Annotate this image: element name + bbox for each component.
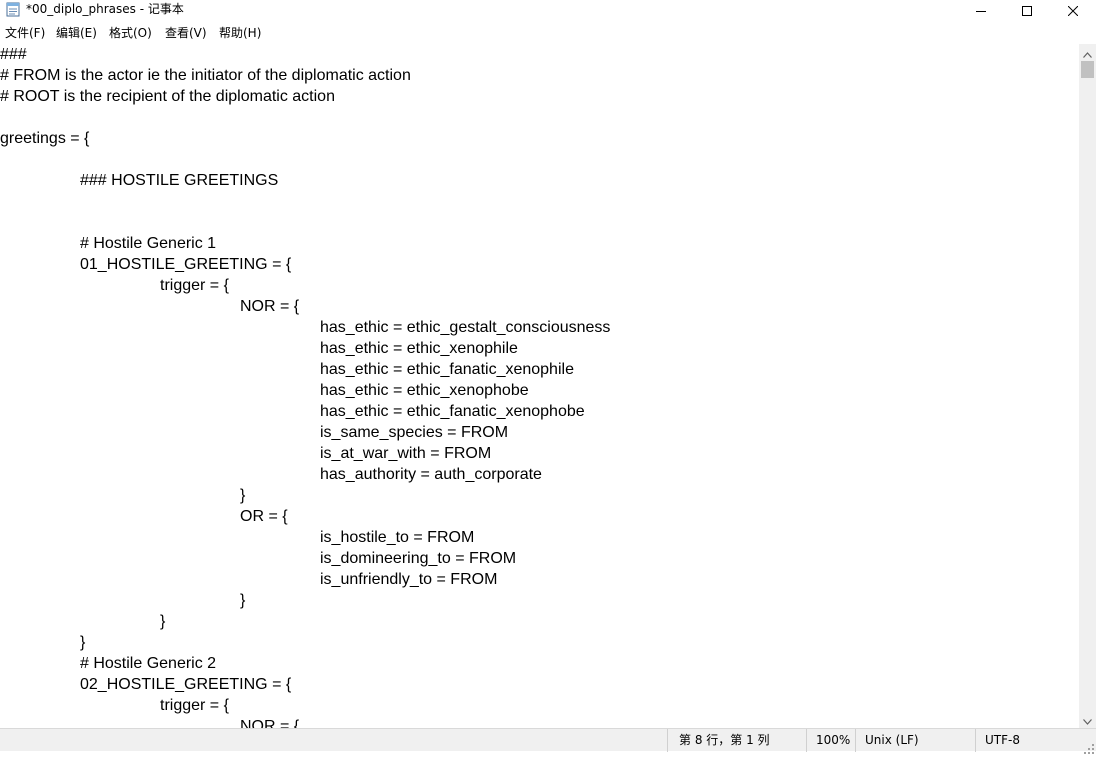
text-line[interactable]: ​ (0, 212, 610, 233)
status-divider (975, 729, 976, 752)
editor-content[interactable]: ### # FROM is the actor ie the initiator … (0, 44, 610, 728)
text-line[interactable]: NOR = { (0, 296, 610, 317)
text-line[interactable]: greetings = { (0, 128, 610, 149)
text-line[interactable]: trigger = { (0, 695, 610, 716)
text-line[interactable]: is_same_species = FROM (0, 422, 610, 443)
text-editor[interactable]: ### # FROM is the actor ie the initiator … (0, 44, 1079, 728)
minimize-icon (976, 1, 986, 20)
menu-edit[interactable]: 编辑(E) (56, 26, 97, 40)
text-line[interactable]: # ROOT is the recipient of the diplomati… (0, 86, 610, 107)
menu-view[interactable]: 查看(V) (165, 26, 207, 40)
text-line[interactable]: ### (0, 44, 610, 65)
text-line[interactable]: } (0, 590, 610, 611)
text-line[interactable]: ​ (0, 149, 610, 170)
text-line[interactable]: has_ethic = ethic_xenophobe (0, 380, 610, 401)
text-line[interactable]: # Hostile Generic 2 (0, 653, 610, 674)
text-line[interactable]: is_hostile_to = FROM (0, 527, 610, 548)
line-ending: Unix (LF) (865, 733, 919, 747)
text-line[interactable]: ### HOSTILE GREETINGS (0, 170, 610, 191)
text-line[interactable]: } (0, 611, 610, 632)
minimize-button[interactable] (958, 0, 1004, 20)
text-line[interactable]: has_ethic = ethic_fanatic_xenophobe (0, 401, 610, 422)
menu-file[interactable]: 文件(F) (5, 26, 45, 40)
text-line[interactable]: has_authority = auth_corporate (0, 464, 610, 485)
scroll-up-arrow-icon (1083, 43, 1092, 62)
text-line[interactable]: # FROM is the actor ie the initiator of … (0, 65, 610, 86)
menu-bar: 文件(F) 编辑(E) 格式(O) 查看(V) 帮助(H) (0, 22, 1096, 44)
text-line[interactable]: } (0, 632, 610, 653)
text-line[interactable]: 01_HOSTILE_GREETING = { (0, 254, 610, 275)
status-divider (806, 729, 807, 752)
text-line[interactable]: } (0, 485, 610, 506)
text-line[interactable]: has_ethic = ethic_fanatic_xenophile (0, 359, 610, 380)
encoding: UTF-8 (985, 733, 1020, 747)
cursor-position: 第 8 行，第 1 列 (679, 733, 770, 747)
text-line[interactable]: has_ethic = ethic_xenophile (0, 338, 610, 359)
window-title: *00_diplo_phrases - 记事本 (26, 2, 184, 16)
text-line[interactable]: has_ethic = ethic_gestalt_consciousness (0, 317, 610, 338)
close-icon (1067, 1, 1079, 20)
vertical-scrollbar[interactable] (1079, 44, 1096, 728)
resize-grip-icon[interactable] (1084, 739, 1094, 754)
scroll-down-button[interactable] (1079, 711, 1096, 728)
status-bar: 第 8 行，第 1 列 100% Unix (LF) UTF-8 (0, 728, 1096, 754)
scroll-down-arrow-icon (1083, 710, 1092, 729)
scroll-thumb[interactable] (1081, 61, 1094, 78)
text-line[interactable]: is_at_war_with = FROM (0, 443, 610, 464)
status-divider (855, 729, 856, 752)
menu-format[interactable]: 格式(O) (109, 26, 152, 40)
title-bar[interactable]: *00_diplo_phrases - 记事本 (0, 0, 1096, 20)
text-line[interactable]: trigger = { (0, 275, 610, 296)
text-line[interactable]: ​ (0, 107, 610, 128)
zoom-level: 100% (816, 733, 851, 747)
status-divider (667, 729, 668, 752)
text-line[interactable]: 02_HOSTILE_GREETING = { (0, 674, 610, 695)
maximize-icon (1022, 1, 1032, 20)
maximize-button[interactable] (1004, 0, 1050, 20)
text-line[interactable]: # Hostile Generic 1 (0, 233, 610, 254)
notepad-icon (6, 1, 20, 17)
text-line[interactable]: ​ (0, 191, 610, 212)
text-line[interactable]: NOR = { (0, 716, 610, 728)
scroll-up-button[interactable] (1079, 44, 1096, 61)
text-line[interactable]: is_domineering_to = FROM (0, 548, 610, 569)
text-line[interactable]: is_unfriendly_to = FROM (0, 569, 610, 590)
menu-help[interactable]: 帮助(H) (219, 26, 261, 40)
close-button[interactable] (1050, 0, 1096, 20)
text-line[interactable]: OR = { (0, 506, 610, 527)
